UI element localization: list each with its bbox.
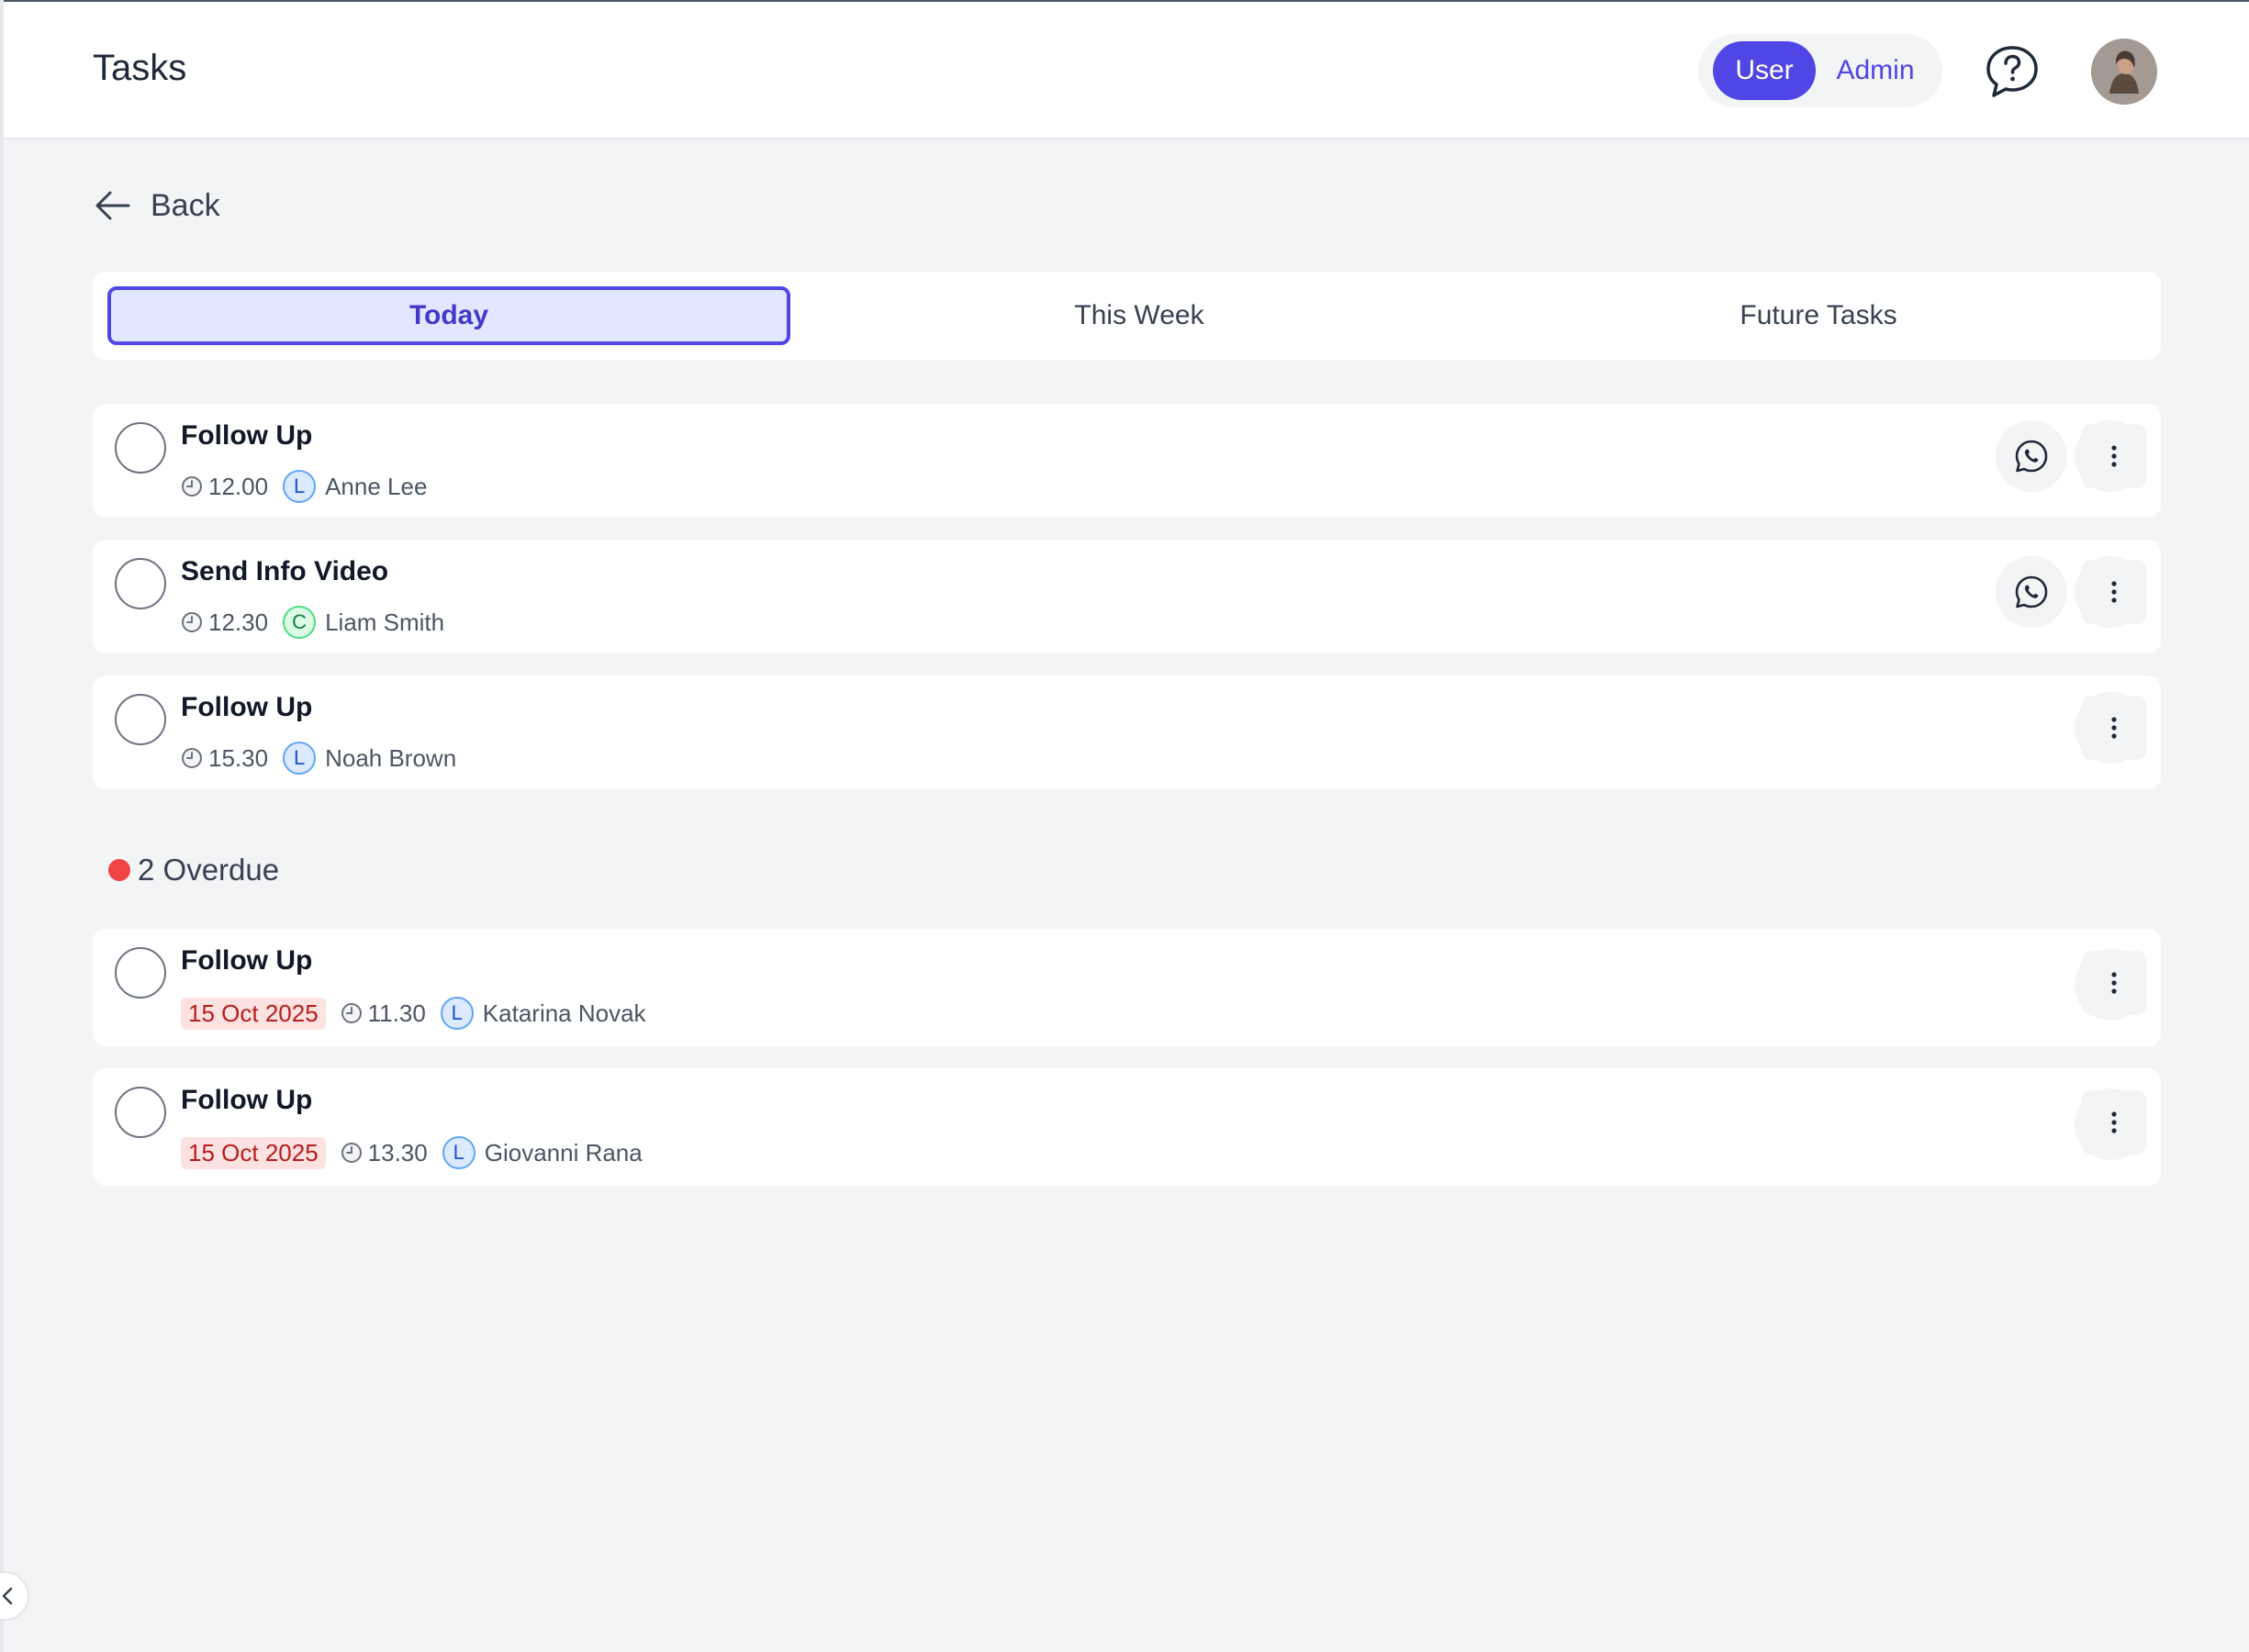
task-title: Follow Up — [181, 420, 313, 451]
task-complete-checkbox[interactable] — [115, 422, 166, 474]
overdue-header: 2 Overdue — [108, 850, 279, 890]
more-vertical-icon — [2111, 972, 2117, 994]
task-meta: 15 Oct 2025 11.30 L Katarina Novak — [181, 997, 646, 1030]
task-complete-checkbox[interactable] — [115, 558, 166, 609]
role-toggle: User Admin — [1698, 34, 1942, 107]
task-card: Send Info Video 12.30 C Liam Smith — [93, 540, 2161, 653]
task-complete-checkbox[interactable] — [115, 947, 166, 999]
task-meta: 15.30 L Noah Brown — [181, 742, 456, 775]
clock-icon — [341, 1003, 362, 1023]
more-vertical-icon — [2111, 1111, 2117, 1133]
contact-name[interactable]: Anne Lee — [325, 473, 427, 501]
whatsapp-button[interactable] — [1996, 556, 2067, 628]
page-title: Tasks — [93, 48, 187, 88]
more-vertical-icon — [2111, 581, 2117, 603]
help-chat-icon[interactable] — [1983, 42, 2042, 101]
task-meta: 12.30 C Liam Smith — [181, 606, 444, 639]
task-complete-checkbox[interactable] — [115, 694, 166, 745]
top-header: Tasks User Admin — [4, 2, 2249, 140]
contact-name[interactable]: Noah Brown — [325, 744, 456, 773]
whatsapp-icon — [2015, 440, 2048, 473]
task-period-tabs: Today This Week Future Tasks — [93, 272, 2161, 360]
window-left-border — [0, 0, 4, 1652]
overdue-dot-icon — [108, 859, 130, 881]
lead-badge: L — [440, 997, 474, 1030]
task-time: 13.30 — [367, 1138, 428, 1166]
back-button[interactable]: Back — [92, 182, 220, 229]
tab-this-week[interactable]: This Week — [818, 286, 1460, 345]
overdue-task-card: Follow Up 15 Oct 2025 11.30 L Katarina N… — [93, 929, 2161, 1046]
arrow-left-icon — [95, 191, 130, 220]
whatsapp-icon — [2015, 575, 2048, 608]
chevron-left-icon — [2, 1587, 13, 1605]
contact-name[interactable]: Giovanni Rana — [485, 1139, 643, 1167]
lead-badge: L — [283, 742, 317, 775]
overdue-task-card: Follow Up 15 Oct 2025 13.30 L Giovanni R… — [93, 1068, 2161, 1186]
sidebar-collapse-button[interactable] — [0, 1571, 29, 1621]
task-title: Follow Up — [181, 945, 313, 976]
clock-icon — [182, 612, 202, 632]
more-options-button[interactable] — [2082, 1090, 2146, 1155]
clock-icon — [182, 748, 202, 768]
more-options-button[interactable] — [2082, 951, 2146, 1015]
user-avatar[interactable] — [2091, 39, 2157, 105]
lead-badge: L — [283, 470, 317, 503]
task-complete-checkbox[interactable] — [115, 1087, 166, 1138]
contact-name[interactable]: Liam Smith — [325, 608, 444, 637]
whatsapp-button[interactable] — [1996, 420, 2067, 492]
task-meta: 15 Oct 2025 13.30 L Giovanni Rana — [181, 1136, 643, 1169]
more-options-button[interactable] — [2082, 560, 2146, 624]
task-time: 12.00 — [208, 472, 269, 500]
tab-future-tasks[interactable]: Future Tasks — [1497, 286, 2140, 345]
more-vertical-icon — [2111, 717, 2117, 739]
overdue-date-badge: 15 Oct 2025 — [181, 997, 326, 1030]
task-meta: 12.00 L Anne Lee — [181, 470, 427, 503]
more-options-button[interactable] — [2082, 696, 2146, 760]
tab-today[interactable]: Today — [107, 286, 790, 345]
more-vertical-icon — [2111, 445, 2117, 467]
task-card: Follow Up 12.00 L Anne Lee — [93, 404, 2161, 518]
contact-name[interactable]: Katarina Novak — [483, 999, 646, 1028]
task-title: Follow Up — [181, 692, 313, 722]
task-time: 15.30 — [208, 743, 269, 772]
client-badge: C — [283, 606, 317, 639]
overdue-date-badge: 15 Oct 2025 — [181, 1136, 326, 1169]
clock-icon — [341, 1143, 362, 1163]
back-label: Back — [151, 187, 220, 223]
overdue-label: 2 Overdue — [138, 853, 280, 887]
task-time: 12.30 — [208, 608, 269, 636]
task-title: Send Info Video — [181, 556, 389, 586]
task-card: Follow Up 15.30 L Noah Brown — [93, 675, 2161, 789]
task-title: Follow Up — [181, 1085, 313, 1115]
role-admin-button[interactable]: Admin — [1823, 41, 1928, 100]
lead-badge: L — [442, 1136, 476, 1169]
more-options-button[interactable] — [2082, 424, 2146, 488]
clock-icon — [182, 476, 202, 497]
role-user-button[interactable]: User — [1713, 41, 1816, 100]
task-time: 11.30 — [367, 999, 426, 1027]
